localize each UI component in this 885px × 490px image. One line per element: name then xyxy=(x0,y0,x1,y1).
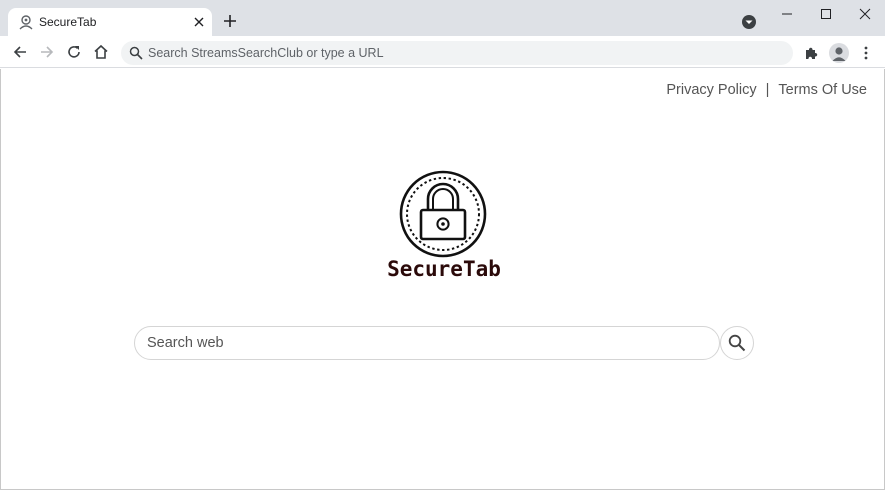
search-bar xyxy=(134,326,754,360)
extensions-puzzle-icon[interactable] xyxy=(803,45,819,61)
close-window-icon[interactable] xyxy=(857,6,873,22)
address-bar[interactable]: Search StreamsSearchClub or type a URL xyxy=(121,41,793,65)
search-button[interactable] xyxy=(720,326,754,360)
back-arrow-icon[interactable] xyxy=(11,43,29,61)
forward-arrow-icon[interactable] xyxy=(38,43,56,61)
search-input[interactable] xyxy=(134,326,720,360)
tab-search-icon[interactable] xyxy=(741,14,757,30)
link-separator: | xyxy=(765,82,770,98)
brand-name: SecureTab xyxy=(387,257,501,281)
maximize-icon[interactable] xyxy=(818,6,834,22)
privacy-policy-link[interactable]: Privacy Policy xyxy=(666,82,756,98)
top-links: Privacy Policy | Terms Of Use xyxy=(666,82,867,98)
profile-avatar[interactable] xyxy=(829,43,849,63)
close-tab-icon[interactable] xyxy=(191,14,207,30)
magnifier-icon xyxy=(728,334,746,352)
search-icon xyxy=(129,46,143,60)
reload-icon[interactable] xyxy=(65,43,83,61)
minimize-icon[interactable] xyxy=(779,6,795,22)
browser-tab-securetab[interactable]: SecureTab xyxy=(8,8,212,36)
padlock-logo-icon xyxy=(399,170,487,258)
brand-logo-text: SecureTab xyxy=(381,255,507,281)
home-icon[interactable] xyxy=(92,43,110,61)
tab-title: SecureTab xyxy=(39,15,97,29)
address-bar-placeholder: Search StreamsSearchClub or type a URL xyxy=(148,46,384,60)
terms-of-use-link[interactable]: Terms Of Use xyxy=(778,82,867,98)
browser-titlebar: SecureTab xyxy=(0,0,885,36)
tab-favicon-icon xyxy=(18,14,34,30)
person-icon xyxy=(832,47,846,61)
menu-kebab-icon[interactable] xyxy=(858,45,874,61)
page-content: Privacy Policy | Terms Of Use SecureTab xyxy=(0,69,885,490)
new-tab-icon[interactable] xyxy=(222,13,238,29)
